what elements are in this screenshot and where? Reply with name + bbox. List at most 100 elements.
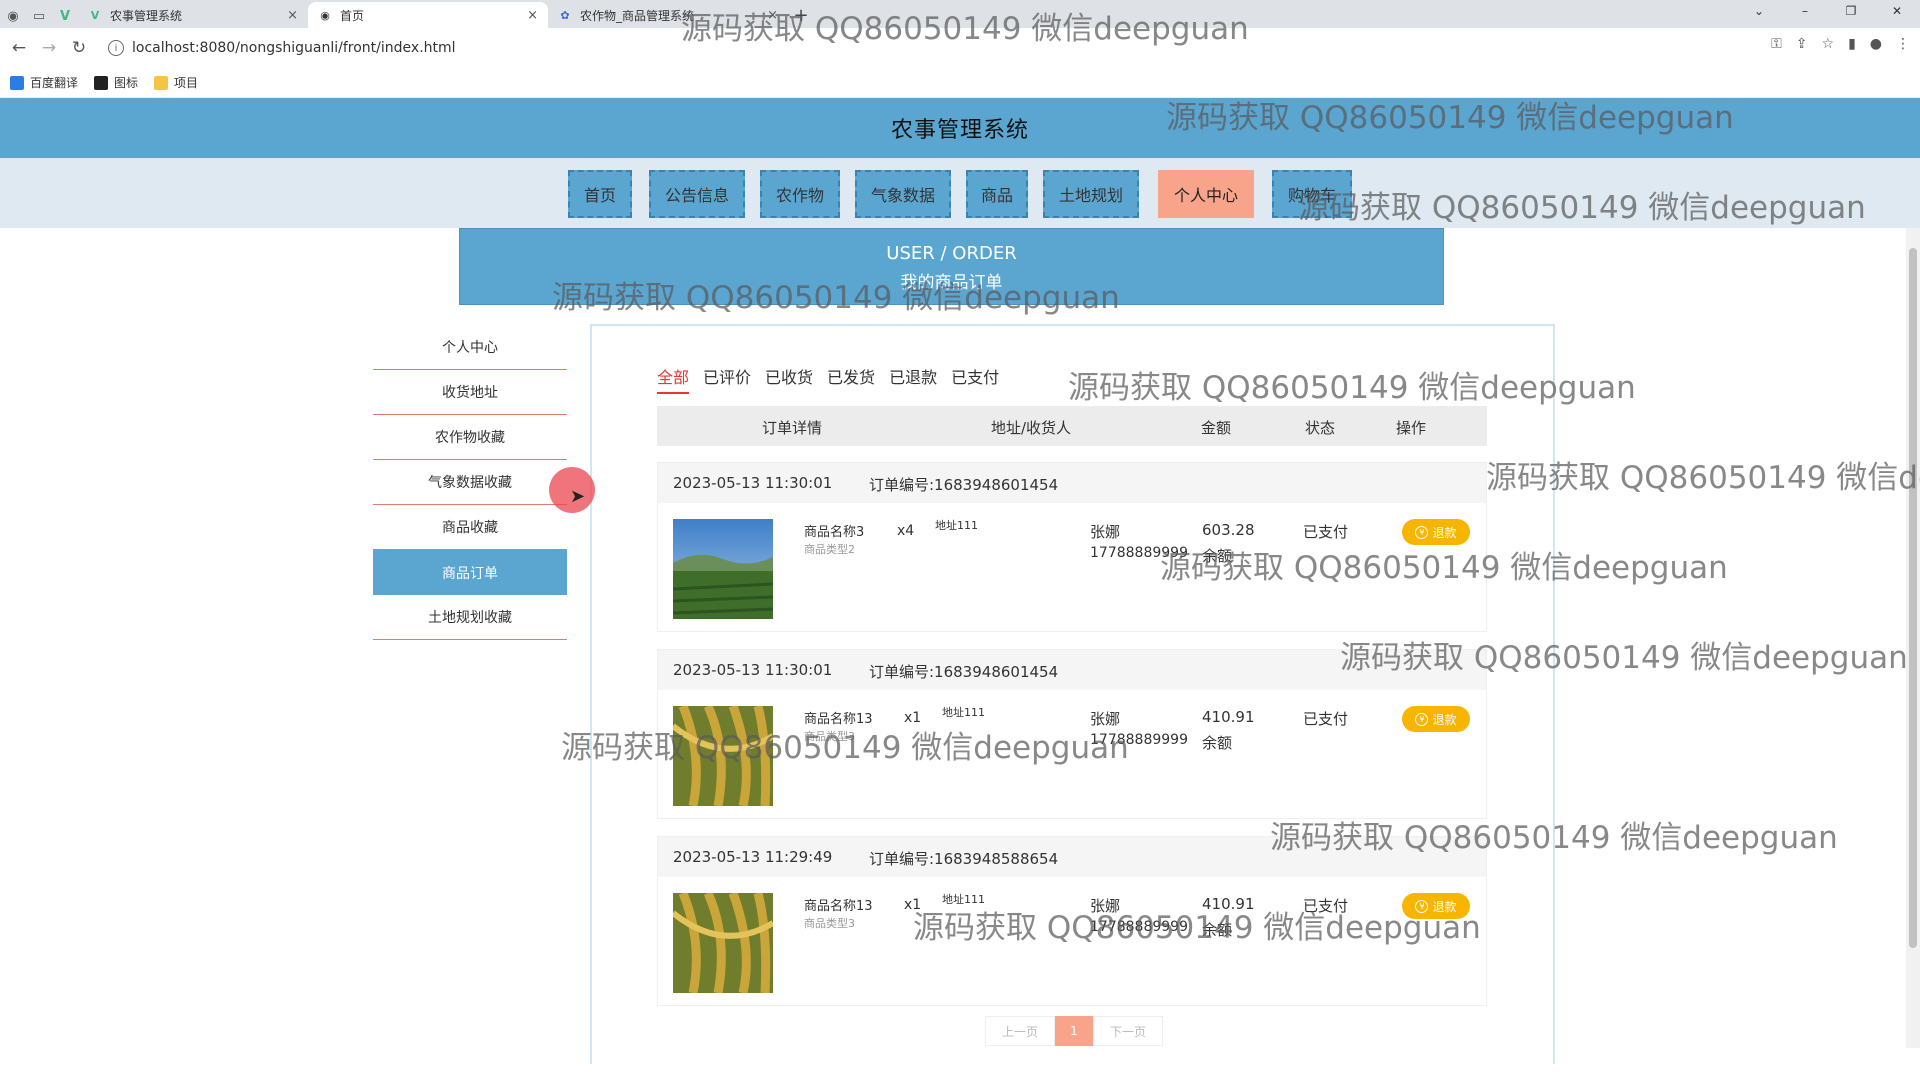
product-type: 商品类型3 bbox=[804, 917, 855, 930]
bookmark-label: 项目 bbox=[174, 76, 199, 90]
product-name[interactable]: 商品名称13 bbox=[804, 895, 873, 914]
header-amount: 金额 bbox=[1201, 419, 1232, 437]
nav-user-center[interactable]: 个人中心 bbox=[1158, 170, 1254, 218]
watermark-text: 源码获取 QQ86050149 微信deepguan bbox=[1486, 460, 1920, 496]
nav-goods[interactable]: 商品 bbox=[966, 170, 1028, 218]
watermark-text: 源码获取 QQ86050149 微信deepguan bbox=[1160, 550, 1728, 586]
page-number-button[interactable]: 1 bbox=[1055, 1016, 1093, 1046]
sidebar-item-land-favorites[interactable]: 土地规划收藏 bbox=[373, 595, 567, 640]
nav-notices[interactable]: 公告信息 bbox=[649, 170, 745, 218]
order-status: 已支付 bbox=[1303, 710, 1349, 728]
filter-shipped[interactable]: 已发货 bbox=[827, 364, 875, 394]
restore-icon[interactable]: ❐ bbox=[1828, 0, 1874, 22]
window-controls: ⌄ – ❐ ✕ bbox=[1736, 0, 1920, 22]
folder-icon bbox=[154, 75, 169, 90]
vue-logo-icon: V bbox=[90, 8, 100, 22]
forward-icon[interactable]: → bbox=[34, 33, 64, 63]
watermark-text: 源码获取 QQ86050149 微信deepguan bbox=[552, 280, 1120, 316]
tab-search-icon[interactable]: ⌄ bbox=[1736, 0, 1782, 22]
filter-refunded[interactable]: 已退款 bbox=[889, 364, 937, 394]
sidebar-icon[interactable]: ▮ bbox=[1848, 36, 1856, 52]
user-sidebar: 个人中心 收货地址 农作物收藏 气象数据收藏 商品收藏 商品订单 土地规划收藏 bbox=[350, 325, 590, 1045]
key-icon[interactable]: ⚿ bbox=[1771, 36, 1782, 52]
sidebar-item-crop-favorites[interactable]: 农作物收藏 bbox=[373, 415, 567, 460]
watermark-text: 源码获取 QQ86050149 微信deepguan bbox=[913, 910, 1481, 946]
star-icon[interactable]: ☆ bbox=[1822, 36, 1835, 52]
sidebar-item-orders[interactable]: 商品订单 bbox=[373, 550, 567, 595]
watermark-text: 源码获取 QQ86050149 微信deepguan bbox=[1166, 100, 1734, 136]
product-quantity: x4 bbox=[897, 523, 915, 539]
sidebar-item-address[interactable]: 收货地址 bbox=[373, 370, 567, 415]
globe-icon[interactable]: ◉ bbox=[0, 4, 26, 28]
next-page-button[interactable]: 下一页 bbox=[1093, 1016, 1163, 1046]
watermark-text: 源码获取 QQ86050149 微信deepguan bbox=[1340, 640, 1908, 676]
header-action: 操作 bbox=[1396, 419, 1427, 437]
banner-en: USER / ORDER bbox=[886, 243, 1017, 264]
bookmark-translate[interactable]: 百度翻译 bbox=[10, 74, 78, 91]
filter-received[interactable]: 已收货 bbox=[765, 364, 813, 394]
sidebar-item-weather-favorites[interactable]: 气象数据收藏 bbox=[373, 460, 567, 505]
nav-land[interactable]: 土地规划 bbox=[1043, 170, 1139, 218]
order-address: 地址111 bbox=[942, 706, 985, 719]
product-type: 商品类型2 bbox=[804, 543, 855, 556]
vue-logo-icon[interactable]: V bbox=[52, 4, 78, 28]
order-number: 订单编号:1683948601454 bbox=[869, 663, 1059, 681]
page-scrollbar[interactable] bbox=[1906, 228, 1920, 1048]
watermark-text: 源码获取 QQ86050149 微信deepguan bbox=[561, 730, 1129, 766]
filter-reviewed[interactable]: 已评价 bbox=[703, 364, 751, 394]
share-icon[interactable]: ⇪ bbox=[1796, 36, 1808, 52]
reload-icon[interactable]: ↻ bbox=[64, 33, 94, 63]
watermark-text: 源码获取 QQ86050149 微信deepguan bbox=[1068, 370, 1636, 406]
refund-label: 退款 bbox=[1432, 712, 1457, 727]
order-number: 订单编号:1683948588654 bbox=[869, 850, 1059, 868]
product-name[interactable]: 商品名称3 bbox=[804, 521, 864, 540]
more-icon[interactable]: ⋮ bbox=[1896, 36, 1910, 52]
orders-table-header: 订单详情 地址/收货人 金额 状态 操作 bbox=[657, 406, 1487, 446]
filter-paid[interactable]: 已支付 bbox=[951, 364, 999, 394]
refund-label: 退款 bbox=[1432, 525, 1457, 540]
payment-method: 余额 bbox=[1202, 734, 1233, 752]
url-text: localhost:8080/nongshiguanli/front/index… bbox=[132, 40, 456, 56]
header-address: 地址/收货人 bbox=[991, 419, 1072, 437]
close-tab-icon[interactable]: × bbox=[527, 8, 538, 23]
blank-tab-icon[interactable]: ▭ bbox=[26, 4, 52, 28]
order-date: 2023-05-13 11:30:01 bbox=[673, 474, 833, 492]
profile-icon[interactable]: ● bbox=[1870, 36, 1882, 52]
order-status: 已支付 bbox=[1303, 523, 1349, 541]
bookmark-icons[interactable]: 图标 bbox=[94, 74, 138, 91]
browser-tab-nongshi[interactable]: V 农事管理系统 × bbox=[78, 2, 308, 28]
back-icon[interactable]: ← bbox=[4, 33, 34, 63]
tab-title: 农事管理系统 bbox=[110, 8, 183, 23]
globe-icon: ◉ bbox=[320, 8, 330, 22]
product-image[interactable] bbox=[673, 893, 773, 993]
browser-tab-home[interactable]: ◉ 首页 × bbox=[308, 2, 548, 28]
filter-all[interactable]: 全部 bbox=[657, 364, 690, 394]
close-window-icon[interactable]: ✕ bbox=[1874, 0, 1920, 22]
receiver-name: 张娜 bbox=[1090, 523, 1121, 541]
pagination: 上一页 1 下一页 bbox=[985, 1016, 1163, 1046]
minimize-icon[interactable]: – bbox=[1782, 0, 1828, 22]
bookmark-project[interactable]: 项目 bbox=[154, 74, 198, 91]
sidebar-item-user-center[interactable]: 个人中心 bbox=[373, 325, 567, 370]
product-image[interactable] bbox=[673, 519, 773, 619]
refund-button[interactable]: ¥ 退款 bbox=[1402, 706, 1470, 732]
nav-crops[interactable]: 农作物 bbox=[760, 170, 840, 218]
nav-weather[interactable]: 气象数据 bbox=[855, 170, 951, 218]
watermark-text: 源码获取 QQ86050149 微信deepguan bbox=[1298, 190, 1866, 226]
prev-page-button[interactable]: 上一页 bbox=[985, 1016, 1055, 1046]
sidebar-item-goods-favorites[interactable]: 商品收藏 bbox=[373, 505, 567, 550]
order-amount: 410.91 bbox=[1202, 708, 1255, 726]
scrollbar-thumb[interactable] bbox=[1909, 248, 1917, 948]
nav-home[interactable]: 首页 bbox=[568, 170, 632, 218]
tab-title: 首页 bbox=[340, 8, 365, 23]
settings-icon: ✿ bbox=[560, 8, 570, 22]
mouse-cursor-icon: ➤ bbox=[570, 486, 586, 507]
bookmark-label: 百度翻译 bbox=[30, 76, 79, 90]
order-date: 2023-05-13 11:30:01 bbox=[673, 661, 833, 679]
info-icon[interactable]: i bbox=[108, 40, 124, 56]
order-header: 2023-05-13 11:30:01 订单编号:1683948601454 bbox=[658, 463, 1486, 503]
close-tab-icon[interactable]: × bbox=[287, 8, 298, 23]
order-date: 2023-05-13 11:29:49 bbox=[673, 848, 833, 866]
order-filter-tabs: 全部 已评价 已收货 已发货 已退款 已支付 bbox=[657, 364, 999, 394]
watermark-text: 源码获取 QQ86050149 微信deepguan bbox=[681, 11, 1249, 47]
